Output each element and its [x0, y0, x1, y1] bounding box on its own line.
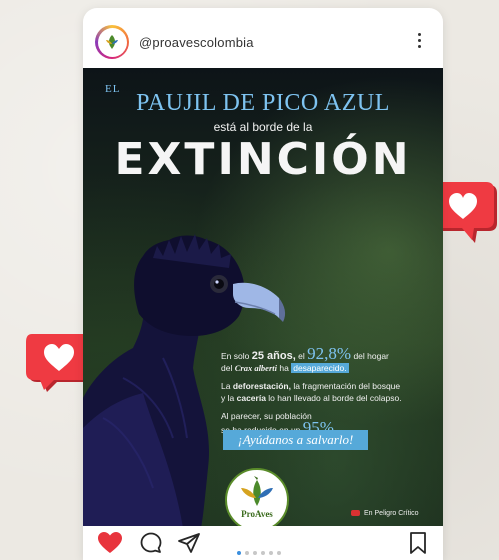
more-options-icon[interactable] — [413, 30, 425, 54]
carousel-dot — [245, 551, 249, 555]
post-title: PAUJIL DE PICO AZUL — [136, 90, 390, 116]
carousel-dot — [269, 551, 273, 555]
post-subtitle: está al borde de la — [213, 120, 313, 134]
carousel-indicator — [237, 542, 285, 560]
post-image: EL PAUJIL DE PICO AZUL está al borde de … — [83, 68, 443, 526]
carousel-dot — [277, 551, 281, 555]
fact-2: La deforestación, la fragmentación del b… — [221, 381, 402, 403]
call-to-action-banner: ¡Ayúdanos a salvarlo! — [223, 430, 368, 450]
logo-text: ProAves — [241, 509, 273, 519]
carousel-dot — [253, 551, 257, 555]
facts-block: En solo 25 años, el 92,8% del hogar del … — [221, 344, 435, 442]
hummingbird-logo-icon — [241, 476, 273, 506]
username[interactable]: @proavescolombia — [139, 35, 254, 50]
proaves-logo: ProAves — [225, 468, 289, 526]
share-send-icon[interactable] — [177, 531, 201, 555]
post-actions-bar — [83, 526, 443, 560]
bookmark-icon[interactable] — [407, 531, 429, 555]
bird-logo-icon — [106, 35, 118, 49]
fact-1: En solo 25 años, el 92,8% del hogar del … — [221, 344, 389, 373]
carousel-dot-active — [237, 551, 241, 555]
like-heart-icon[interactable] — [97, 531, 123, 555]
carousel-dot — [261, 551, 265, 555]
avatar[interactable] — [95, 25, 129, 59]
comment-icon[interactable] — [139, 531, 163, 555]
status-badge-icon — [351, 510, 360, 516]
instagram-post-card: @proavescolombia EL PAUJIL DE PICO AZUL … — [83, 8, 443, 560]
post-headline: EXTINCIÓN — [114, 134, 412, 185]
post-header: @proavescolombia — [83, 8, 443, 68]
conservation-status: En Peligro Crítico — [351, 510, 418, 517]
